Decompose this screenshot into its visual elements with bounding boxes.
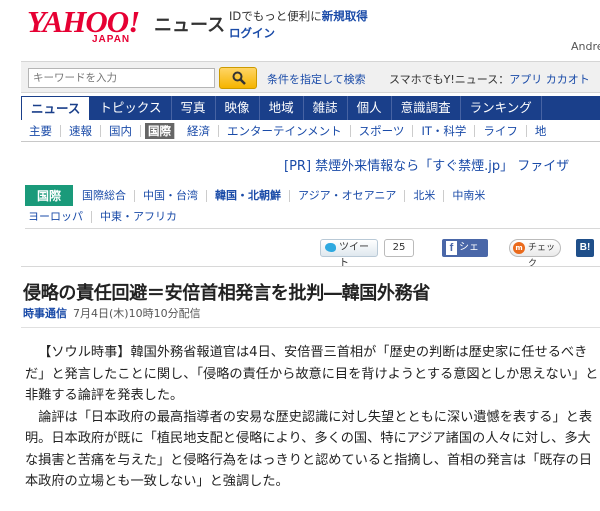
tweet-count: 25: [384, 239, 414, 257]
subnav-main[interactable]: 主要: [21, 124, 61, 137]
subnav-sports[interactable]: スポーツ: [351, 124, 414, 137]
logo-japan: JAPAN: [92, 34, 131, 45]
category-label[interactable]: 国際: [25, 185, 74, 206]
article-paragraph: 論評は「日本政府の最高指導者の安易な歴史認識に対し失望とともに深い遺憾を表する」…: [25, 409, 593, 490]
cat-latin-america[interactable]: 中南米: [444, 189, 493, 202]
divider: [21, 327, 600, 328]
tab-topics[interactable]: トピックス: [90, 96, 172, 120]
search-button[interactable]: [219, 67, 257, 89]
twitter-bird-icon: [325, 243, 336, 252]
subnav-life[interactable]: ライフ: [475, 124, 527, 137]
subnav-entertainment[interactable]: エンターテインメント: [219, 124, 351, 137]
tab-video[interactable]: 映像: [216, 96, 260, 120]
subnav-it-science[interactable]: IT・科学: [413, 124, 476, 137]
tab-individual[interactable]: 個人: [348, 96, 392, 120]
category-nav: 国際 国際総合 中国・台湾 韓国・北朝鮮 アジア・オセアニア 北米 中南米 ヨー…: [25, 185, 600, 229]
tab-survey[interactable]: 意識調査: [392, 96, 461, 120]
cat-asia-oceania[interactable]: アジア・オセアニア: [290, 189, 406, 202]
subnav-breaking[interactable]: 速報: [61, 124, 101, 137]
article-paragraph: 【ソウル時事】韓国外務省報道官は4日、安倍晋三首相が「歴史の判断は歴史家に任せる…: [25, 345, 599, 403]
pr-ad[interactable]: [PR] 禁煙外来情報なら「すぐ禁煙.jp」 ファイザ: [284, 155, 569, 174]
mixi-check-button[interactable]: m チェック: [509, 239, 561, 269]
search-input[interactable]: [28, 68, 215, 88]
mixi-icon: m: [513, 242, 525, 254]
category-row-2: ヨーロッパ 中東・アフリカ: [25, 206, 600, 227]
article-source[interactable]: 時事通信: [23, 307, 67, 320]
article-body: 【ソウル時事】韓国外務省報道官は4日、安倍晋三首相が「歴史の判断は歴史家に任せる…: [25, 342, 600, 493]
main-nav: ニュース トピックス 写真 映像 地域 雑誌 個人 意識調査 ランキング: [21, 96, 600, 120]
divider: [25, 228, 600, 229]
subnav-world[interactable]: 国際: [145, 122, 175, 139]
tab-news[interactable]: ニュース: [21, 96, 91, 120]
signup-link[interactable]: 新規取得: [322, 9, 368, 23]
cat-middle-east-africa[interactable]: 中東・アフリカ: [92, 210, 185, 223]
mobile-promo-text: スマホでもY!ニュース：: [389, 73, 510, 86]
mobile-app-links[interactable]: アプリ カカオト: [509, 73, 590, 86]
category-row-1: 国際 国際総合 中国・台湾 韓国・北朝鮮 アジア・オセアニア 北米 中南米: [25, 185, 600, 206]
site-header: YAHOO! JAPAN ニュース IDでもっと便利に新規取得 ログイン And…: [0, 0, 600, 58]
search-icon: [232, 71, 246, 85]
mobile-promo: スマホでもY!ニュース：アプリ カカオト: [389, 71, 590, 87]
advanced-search-link[interactable]: 条件を指定して検索: [267, 71, 366, 87]
article-headline: 侵略の責任回避＝安倍首相発言を批判―韓国外務省: [23, 283, 431, 304]
search-bar: 条件を指定して検索 スマホでもY!ニュース：アプリ カカオト: [21, 61, 600, 93]
article-time: 7月4日(木)10時10分配信: [73, 307, 201, 320]
facebook-share-button[interactable]: f シェア: [442, 239, 488, 271]
facebook-icon: f: [446, 241, 457, 255]
sub-nav: 主要 速報 国内 国際 経済 エンターテインメント スポーツ IT・科学 ライフ…: [21, 120, 600, 142]
id-promo-text: IDでもっと便利に: [229, 9, 322, 23]
article-meta: 時事通信 7月4日(木)10時10分配信: [23, 305, 201, 321]
cat-korea[interactable]: 韓国・北朝鮮: [207, 189, 291, 202]
divider: [21, 266, 600, 267]
user-name[interactable]: Andre: [571, 40, 600, 53]
cat-europe[interactable]: ヨーロッパ: [25, 210, 92, 223]
pr-label: [PR]: [284, 159, 312, 174]
subnav-local[interactable]: 地: [527, 125, 555, 137]
cat-north-america[interactable]: 北米: [405, 189, 445, 202]
tweet-button[interactable]: ツイート: [320, 239, 378, 269]
tab-magazines[interactable]: 雑誌: [304, 96, 348, 120]
yahoo-logo[interactable]: YAHOO!: [27, 6, 140, 37]
id-promo: IDでもっと便利に新規取得: [229, 8, 368, 24]
cat-world-general[interactable]: 国際総合: [79, 189, 136, 202]
tab-local[interactable]: 地域: [260, 96, 304, 120]
section-title[interactable]: ニュース: [154, 11, 225, 37]
pr-text[interactable]: 禁煙外来情報なら「すぐ禁煙.jp」 ファイザ: [315, 159, 569, 174]
tab-ranking[interactable]: ランキング: [461, 96, 542, 120]
hatena-bookmark-button[interactable]: B!: [576, 239, 594, 257]
tweet-label: ツイート: [339, 242, 369, 269]
cat-china-taiwan[interactable]: 中国・台湾: [135, 189, 208, 202]
login-link[interactable]: ログイン: [229, 25, 275, 41]
subnav-economy[interactable]: 経済: [179, 124, 219, 137]
subnav-domestic[interactable]: 国内: [101, 124, 141, 137]
tab-photos[interactable]: 写真: [172, 96, 216, 120]
